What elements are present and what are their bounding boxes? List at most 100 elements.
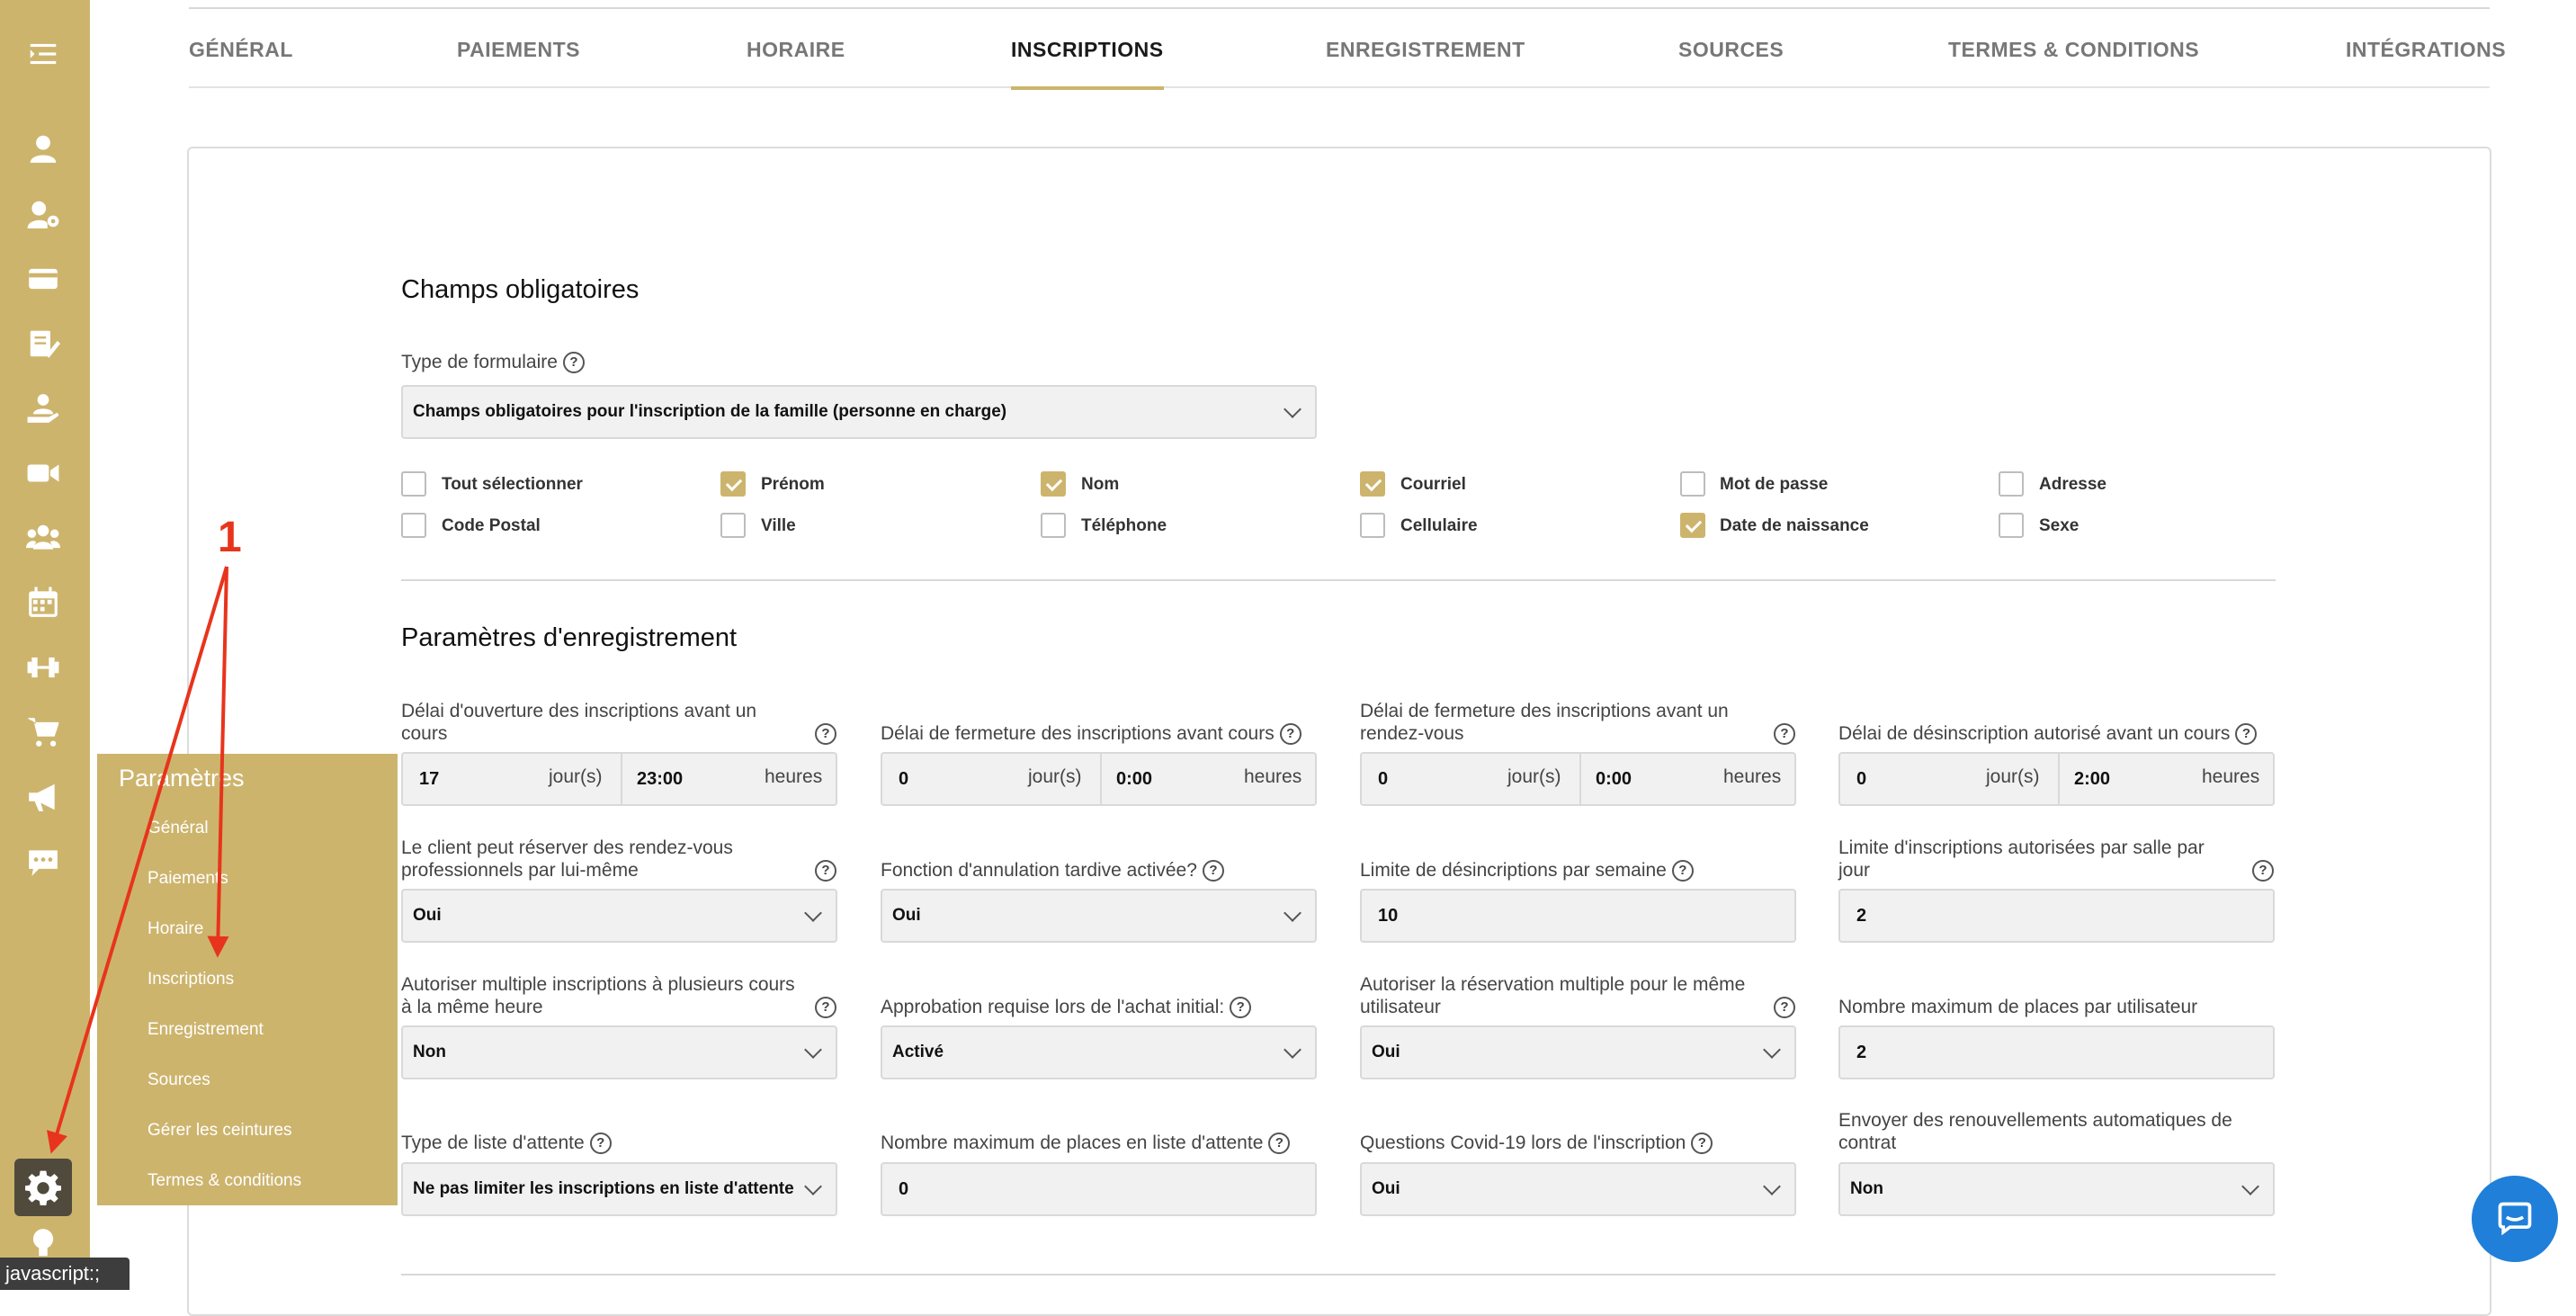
days-input[interactable]: 0 — [1378, 754, 1388, 804]
megaphone-icon[interactable] — [23, 777, 63, 817]
user-gear-icon[interactable] — [23, 194, 63, 234]
checkbox-code-postal[interactable] — [401, 513, 426, 538]
tab-integrations[interactable]: INTÉGRATIONS — [2346, 9, 2506, 88]
menu-icon[interactable] — [23, 34, 63, 74]
settings-gear-icon[interactable] — [14, 1159, 72, 1216]
help-icon[interactable]: ? — [589, 1132, 612, 1155]
covid-questions-select[interactable]: Oui — [1360, 1162, 1796, 1216]
tab-paiements[interactable]: PAIEMENTS — [457, 9, 580, 88]
flyout-item-ceintures[interactable]: Gérer les ceintures — [148, 1121, 292, 1141]
flyout-item-enregistrement[interactable]: Enregistrement — [148, 1020, 264, 1040]
late-cancel-select[interactable]: Oui — [881, 889, 1317, 943]
help-icon[interactable]: ? — [1774, 997, 1795, 1018]
hours-input[interactable]: 0:00 — [1116, 754, 1152, 804]
checkbox-sexe[interactable] — [1999, 513, 2024, 538]
help-icon[interactable]: ? — [815, 723, 836, 745]
edit-document-icon[interactable] — [23, 324, 63, 363]
flyout-item-termes-conditions[interactable]: Termes & conditions — [148, 1171, 301, 1191]
calendar-icon[interactable] — [23, 583, 63, 622]
help-icon[interactable]: ? — [562, 352, 585, 374]
checkbox-telephone[interactable] — [1041, 513, 1066, 538]
days-input[interactable]: 17 — [419, 754, 439, 804]
help-icon[interactable]: ? — [1230, 997, 1252, 1019]
tab-sources[interactable]: SOURCES — [1678, 9, 1784, 88]
checkbox-cellulaire[interactable] — [1360, 513, 1385, 538]
flyout-item-horaire[interactable]: Horaire — [148, 919, 203, 939]
max-waitlist-places-input[interactable]: 0 — [881, 1162, 1317, 1216]
field-label: Questions Covid-19 lors de l'inscription… — [1360, 1132, 1713, 1155]
section-title-registration-params: Paramètres d'enregistrement — [401, 623, 738, 652]
multiple-reservation-select[interactable]: Oui — [1360, 1025, 1796, 1079]
tab-termes-conditions[interactable]: TERMES & CONDITIONS — [1948, 9, 2199, 88]
user-icon[interactable] — [23, 129, 63, 168]
waitlist-type-select[interactable]: Ne pas limiter les inscriptions en liste… — [401, 1162, 837, 1216]
chat-widget-button[interactable] — [2472, 1176, 2558, 1262]
field-label: Délai de désinscription autorisé avant u… — [1838, 722, 2258, 746]
help-icon[interactable]: ? — [1279, 723, 1301, 746]
help-icon[interactable]: ? — [1774, 723, 1795, 745]
field-label: Autoriser la réservation multiple pour l… — [1360, 973, 1795, 1018]
help-icon[interactable]: ? — [1268, 1132, 1291, 1155]
checkbox-prenom[interactable] — [720, 471, 746, 497]
section-divider — [401, 1274, 2276, 1276]
video-camera-icon[interactable] — [23, 453, 63, 493]
hours-input[interactable]: 0:00 — [1596, 754, 1632, 804]
auto-renewal-select[interactable]: Non — [1838, 1162, 2275, 1216]
approval-required-select[interactable]: Activé — [881, 1025, 1317, 1079]
days-input[interactable]: 0 — [899, 754, 908, 804]
help-icon[interactable]: ? — [2252, 860, 2274, 882]
flyout-item-paiements[interactable]: Paiements — [148, 869, 228, 889]
self-booking-select[interactable]: Oui — [401, 889, 837, 943]
hours-input[interactable]: 23:00 — [637, 754, 683, 804]
hours-input[interactable]: 2:00 — [2074, 754, 2110, 804]
checkbox-ville[interactable] — [720, 513, 746, 538]
section-title-required-fields: Champs obligatoires — [401, 275, 640, 304]
field-label: Limite d'inscriptions autorisées par sal… — [1838, 837, 2274, 882]
tab-horaire[interactable]: HORAIRE — [747, 9, 845, 88]
tab-general[interactable]: GÉNÉRAL — [189, 9, 293, 88]
field-label: Délai de fermeture des inscriptions avan… — [881, 722, 1301, 746]
help-icon[interactable]: ? — [1671, 860, 1694, 882]
help-icon[interactable]: ? — [1202, 860, 1224, 882]
checkbox-select-all[interactable] — [401, 471, 426, 497]
checkbox-nom[interactable] — [1041, 471, 1066, 497]
users-group-icon[interactable] — [23, 518, 63, 558]
form-type-label: Type de formulaire? — [401, 351, 585, 374]
checkbox-mot-de-passe[interactable] — [1680, 471, 1705, 497]
days-input[interactable]: 0 — [1856, 754, 1866, 804]
form-type-select[interactable]: Champs obligatoires pour l'inscription d… — [401, 385, 1317, 439]
tab-inscriptions[interactable]: INSCRIPTIONS — [1011, 9, 1164, 90]
help-icon[interactable]: ? — [1691, 1132, 1713, 1155]
chevron-down-icon — [804, 904, 822, 922]
checkbox-date-de-naissance[interactable] — [1680, 513, 1705, 538]
weekly-unsubscribe-limit-input[interactable]: 10 — [1360, 889, 1796, 943]
tab-enregistrement[interactable]: ENREGISTREMENT — [1326, 9, 1525, 88]
hours-unit: heures — [1723, 766, 1782, 787]
help-icon[interactable]: ? — [2235, 723, 2258, 746]
divider — [621, 754, 622, 804]
help-icon[interactable]: ? — [815, 997, 836, 1018]
shopping-cart-icon[interactable] — [23, 712, 63, 752]
hand-user-icon[interactable] — [23, 389, 63, 428]
checkbox-label: Tout sélectionner — [442, 475, 583, 494]
flyout-item-general[interactable]: Général — [148, 819, 209, 838]
delay-split-input: 0 jour(s) 2:00 heures — [1838, 752, 2275, 806]
checkbox-adresse[interactable] — [1999, 471, 2024, 497]
chevron-down-icon — [2241, 1177, 2259, 1195]
flyout-item-inscriptions[interactable]: Inscriptions — [148, 970, 234, 989]
max-places-per-user-input[interactable]: 2 — [1838, 1025, 2275, 1079]
chat-bubble-icon[interactable] — [23, 842, 63, 882]
room-daily-limit-input[interactable]: 2 — [1838, 889, 2275, 943]
checkbox-courriel[interactable] — [1360, 471, 1385, 497]
settings-flyout-menu: Paramètres Général Paiements Horaire Ins… — [97, 754, 398, 1205]
dumbbell-icon[interactable] — [23, 648, 63, 687]
checkbox-label: Cellulaire — [1400, 516, 1478, 535]
chevron-down-icon — [1284, 400, 1301, 418]
delay-split-input: 0 jour(s) 0:00 heures — [881, 752, 1317, 806]
field-label: Type de liste d'attente? — [401, 1132, 612, 1155]
flyout-item-sources[interactable]: Sources — [148, 1070, 210, 1090]
help-icon[interactable]: ? — [815, 860, 836, 882]
multiple-same-time-select[interactable]: Non — [401, 1025, 837, 1079]
checkbox-label: Courriel — [1400, 475, 1466, 494]
credit-card-icon[interactable] — [23, 259, 63, 299]
